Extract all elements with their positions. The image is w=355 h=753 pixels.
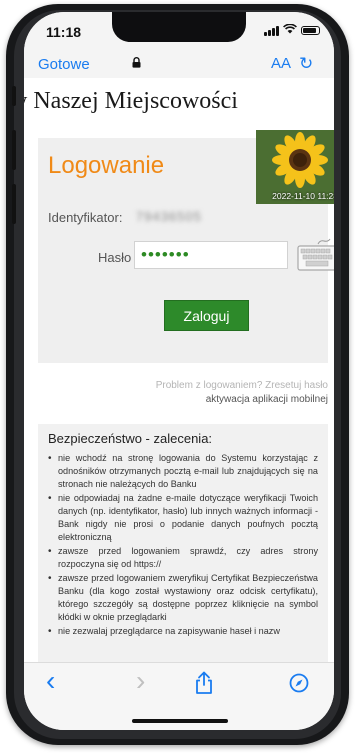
- lock-icon[interactable]: [132, 57, 141, 68]
- password-mask: •••••••: [141, 245, 190, 264]
- forward-button[interactable]: ›: [136, 665, 145, 697]
- back-button[interactable]: ‹: [46, 665, 55, 697]
- photo-timestamp: 2022-11-10 11:28: [272, 191, 334, 201]
- compass-icon[interactable]: [289, 673, 309, 693]
- login-button[interactable]: Zaloguj: [164, 300, 249, 331]
- password-input[interactable]: •••••••: [134, 241, 288, 269]
- wifi-icon: [283, 23, 297, 37]
- login-heading: Logowanie: [48, 152, 165, 179]
- browser-toolbar: Gotowe AA ↻: [24, 48, 334, 78]
- login-panel: Logowanie 2022-11-10 11:28 Identyfikator…: [38, 130, 334, 363]
- share-icon[interactable]: [194, 671, 214, 695]
- reload-icon[interactable]: ↻: [299, 54, 313, 74]
- volume-up-button: [12, 130, 16, 170]
- virtual-keyboard-icon[interactable]: [296, 238, 334, 272]
- silent-switch: [12, 86, 16, 106]
- phone-screen: 11:18 Gotowe AA ↻ w Naszej Miejscowości …: [24, 12, 334, 730]
- list-item: nie odpowiadaj na żadne e-maile dotycząc…: [48, 492, 318, 544]
- security-title: Bezpieczeństwo - zalecenia:: [48, 431, 213, 446]
- battery-icon: [301, 26, 320, 35]
- security-list: nie wchodź na stronę logowania do System…: [38, 452, 328, 639]
- status-time: 11:18: [46, 24, 82, 40]
- sunflower-image: 2022-11-10 11:28: [256, 130, 334, 204]
- text-size-button[interactable]: AA: [271, 55, 291, 72]
- camera-notch: [112, 12, 246, 42]
- volume-down-button: [12, 184, 16, 224]
- browser-bottom-bar: ‹ ›: [24, 662, 334, 730]
- web-content: w Naszej Miejscowości Logowanie 2022-11-…: [24, 78, 334, 662]
- list-item: zawsze przed logowaniem zweryfikuj Certy…: [48, 572, 318, 624]
- mobile-app-activation-link[interactable]: aktywacja aplikacji mobilnej: [44, 394, 328, 405]
- identifier-value: 79436505: [136, 209, 202, 224]
- signal-icon: [264, 25, 279, 36]
- status-icons: [264, 23, 320, 37]
- list-item: nie zezwalaj przeglądarce na zapisywanie…: [48, 625, 318, 638]
- identifier-label: Identyfikator:: [48, 210, 123, 225]
- done-button[interactable]: Gotowe: [38, 56, 90, 73]
- security-recommendations: Bezpieczeństwo - zalecenia: nie wchodź n…: [38, 424, 328, 662]
- reset-password-link[interactable]: Problem z logowaniem? Zresetuj hasło: [44, 380, 328, 391]
- page-title: w Naszej Miejscowości: [24, 88, 238, 114]
- home-indicator[interactable]: [132, 719, 228, 723]
- password-label: Hasło: [98, 250, 132, 265]
- list-item: zawsze przed logowaniem sprawdź, czy adr…: [48, 545, 318, 571]
- list-item: nie wchodź na stronę logowania do System…: [48, 452, 318, 491]
